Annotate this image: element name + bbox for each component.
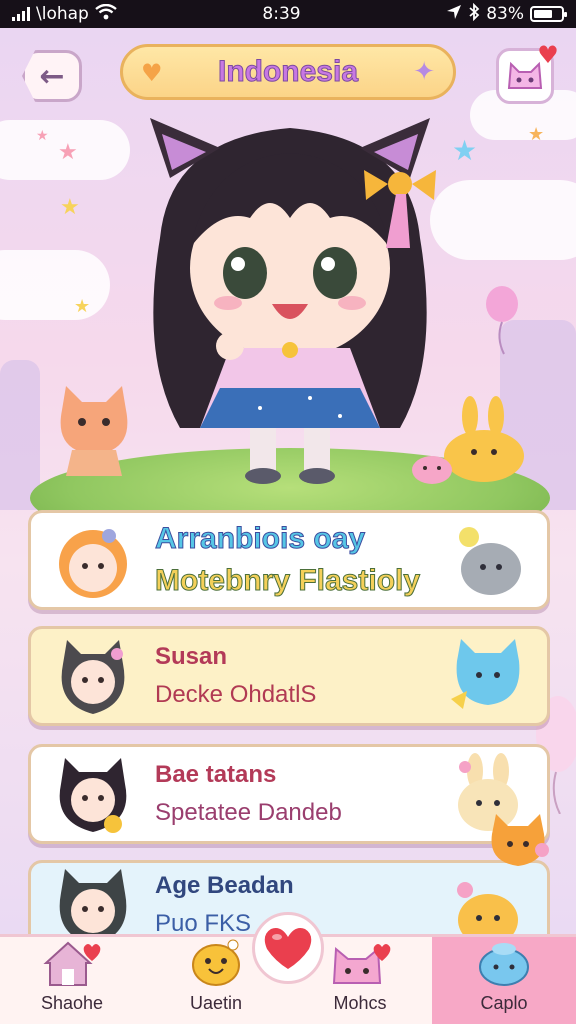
list-item[interactable]: Arranbiois oay Motebnry Flastioly bbox=[28, 510, 550, 610]
orange-kitten-illustration bbox=[491, 814, 549, 866]
card-subtitle: Decke OhdatlS bbox=[155, 681, 317, 708]
heart-icon bbox=[264, 928, 312, 969]
tab-caplo[interactable]: Caplo bbox=[432, 937, 576, 1024]
battery-percent: 83% bbox=[486, 4, 524, 24]
card-title: Susan bbox=[155, 643, 228, 670]
bluetooth-icon bbox=[468, 2, 480, 26]
clock: 8:39 bbox=[262, 4, 301, 24]
list-item[interactable]: Bae tatans Spetatee Dandeb bbox=[28, 744, 550, 844]
gray-cat-plush-illustration bbox=[459, 527, 521, 595]
blue-blob-icon bbox=[476, 939, 532, 987]
favorite-button[interactable] bbox=[252, 912, 324, 984]
list-item[interactable]: Susan Decke OhdatlS bbox=[28, 626, 550, 726]
card-title: Bae tatans bbox=[155, 761, 277, 788]
arrow-left-icon: ← bbox=[39, 58, 65, 94]
pink-pig-illustration bbox=[412, 456, 452, 484]
signal-icon bbox=[12, 7, 30, 21]
card-subtitle: Spetatee Dandeb bbox=[155, 799, 342, 826]
avatar bbox=[45, 746, 141, 842]
avatar bbox=[45, 628, 141, 724]
avatar bbox=[45, 512, 141, 608]
back-button[interactable]: ← bbox=[22, 50, 82, 102]
cat-heart-icon bbox=[328, 939, 392, 987]
carrier-label: \lohap bbox=[36, 4, 89, 24]
wifi-icon bbox=[95, 3, 117, 25]
battery-icon bbox=[529, 6, 567, 22]
tab-shaohe[interactable]: Shaohe bbox=[0, 937, 144, 1024]
orange-cat-illustration bbox=[60, 386, 128, 476]
blue-cat-illustration bbox=[451, 639, 520, 709]
tab-label: Caplo bbox=[480, 993, 528, 1013]
title-banner: ♥ Indonesia ✦ bbox=[120, 44, 456, 100]
heart-icon: ♥ bbox=[141, 59, 163, 87]
chibi-character-illustration bbox=[150, 118, 436, 484]
smiley-blob-icon bbox=[189, 939, 243, 987]
tab-label: Mohcs bbox=[333, 993, 387, 1013]
card-title: Age Beadan bbox=[155, 872, 294, 899]
page-title: Indonesia bbox=[217, 55, 359, 89]
notification-heart-icon: ♥ bbox=[537, 41, 559, 69]
tab-label: Shaohe bbox=[40, 993, 104, 1013]
tab-label: Uaetin bbox=[189, 993, 243, 1013]
status-bar: \lohap 8:39 83% bbox=[0, 0, 576, 28]
card-subtitle: Motebnry Flastioly bbox=[155, 564, 421, 598]
card-title: Arranbiois oay bbox=[155, 522, 366, 556]
profile-button[interactable]: ♥ bbox=[496, 43, 559, 104]
sparkle-icon: ✦ bbox=[413, 57, 435, 87]
location-icon bbox=[446, 4, 462, 25]
house-heart-icon bbox=[40, 939, 104, 987]
